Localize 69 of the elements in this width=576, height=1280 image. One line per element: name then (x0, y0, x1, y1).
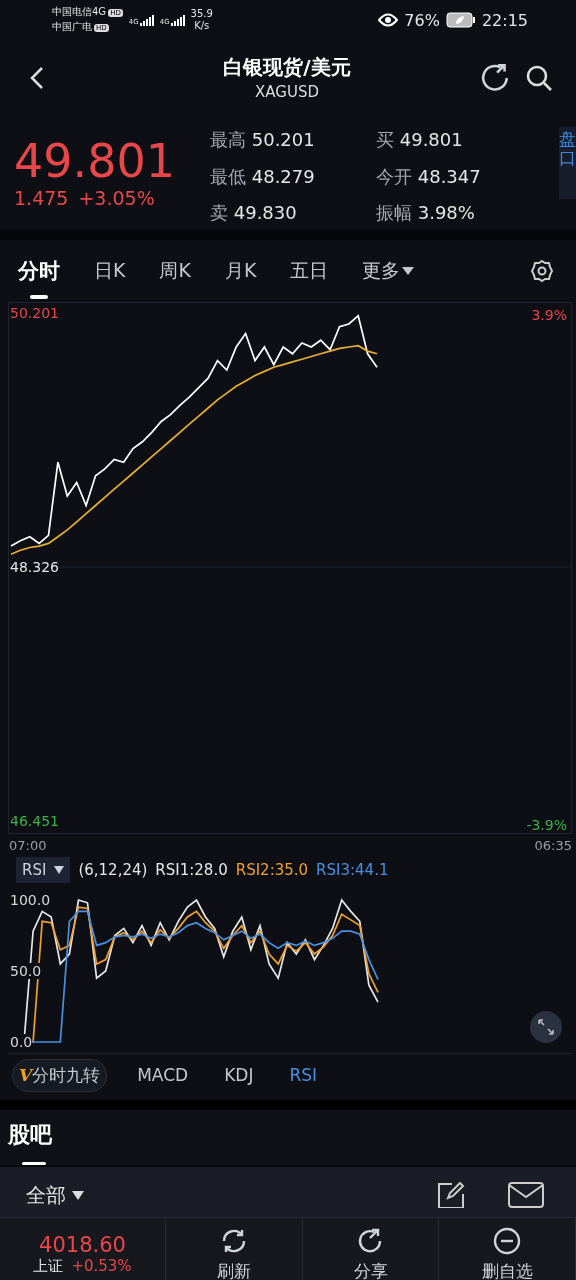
speed-unit: K/s (194, 20, 210, 32)
caret-icon (54, 866, 65, 874)
stat-value: 48.347 (417, 165, 481, 187)
battery-percent: 76% (404, 10, 440, 30)
axis-label: 0.0 (10, 1034, 33, 1050)
index-change: +0.53% (71, 1256, 132, 1276)
percent-change: +3.05% (78, 187, 155, 209)
expand-icon (538, 1019, 554, 1035)
back-icon (30, 65, 44, 90)
action-button[interactable]: 分享 (302, 1218, 440, 1280)
signal-icon (139, 14, 154, 26)
filter-dropdown[interactable]: 全部 (26, 1181, 84, 1209)
stat-label: 最低 (210, 165, 246, 187)
axis-label: 46.451 (10, 813, 59, 829)
stat-value: 49.830 (233, 202, 297, 224)
axis-label: -3.9% (526, 817, 567, 833)
stat-value: 48.279 (251, 165, 315, 187)
gear-icon (530, 259, 554, 283)
axis-label: 50.0 (10, 963, 42, 979)
edit-icon (436, 1182, 466, 1208)
caret-icon (72, 1190, 84, 1200)
caret-icon (402, 267, 415, 275)
order-book-tab[interactable]: 盘口 (559, 127, 576, 199)
stat-label: 卖 (210, 202, 228, 224)
price-change: 1.475 (14, 187, 69, 209)
axis-label: 48.326 (10, 559, 59, 575)
index-value: 4018.60 (39, 1232, 126, 1257)
indicator-dropdown[interactable]: RSI (16, 857, 71, 883)
axis-label: 50.201 (10, 305, 59, 321)
action-button[interactable]: 删自选 (439, 1218, 576, 1280)
chart-tab[interactable]: 分时 (18, 253, 60, 299)
symbol-code: XAGUSD (255, 83, 319, 101)
expand-button[interactable] (530, 1011, 562, 1043)
current-price: 49.801 (14, 135, 176, 187)
signal-icon (170, 14, 185, 26)
eye-icon (378, 13, 399, 27)
stat-label: 今开 (376, 165, 412, 187)
indicator-params: (6,12,24) (78, 861, 148, 879)
indicator-tab[interactable]: MACD (131, 1061, 195, 1089)
indicator-reading: RSI1:28.0 (155, 861, 228, 879)
stat-value: 49.801 (399, 129, 463, 150)
network-speed: 35.9 (190, 8, 213, 20)
stat-label: 振幅 (376, 202, 412, 224)
chart-tab[interactable]: 更多 (362, 254, 415, 288)
chart-tab[interactable]: 月K (224, 254, 257, 288)
section-title: 股吧 (8, 1121, 53, 1149)
stat-label: 最高 (210, 129, 246, 150)
stat-value: 50.201 (251, 129, 315, 150)
axis-label: 100.0 (10, 892, 51, 908)
minus-circle-icon (492, 1225, 523, 1256)
stat-value: 3.98% (417, 202, 475, 224)
stat-label: 买 (376, 129, 394, 150)
indicator-reading: RSI3:44.1 (316, 861, 389, 879)
indicator-tab[interactable]: V分时九转 (12, 1058, 108, 1092)
indicator-tab[interactable]: RSI (283, 1061, 324, 1089)
clock: 22:15 (481, 10, 528, 30)
indicator-tab[interactable]: KDJ (218, 1061, 260, 1089)
chart-tab[interactable]: 周K (159, 254, 191, 288)
index-name: 上证 (33, 1256, 64, 1276)
action-button[interactable]: 刷新 (166, 1218, 303, 1280)
chart-tab[interactable]: 五日 (290, 254, 329, 288)
axis-label: 3.9% (531, 307, 567, 323)
time-label: 07:00 (9, 838, 47, 853)
battery-icon (445, 12, 476, 28)
time-label: 06:35 (534, 838, 572, 853)
page-title: 白银现货/美元 (223, 54, 351, 81)
mail-icon (508, 1182, 544, 1208)
indicator-reading: RSI2:35.0 (235, 861, 309, 879)
chart-tab[interactable]: 日K (94, 254, 126, 288)
